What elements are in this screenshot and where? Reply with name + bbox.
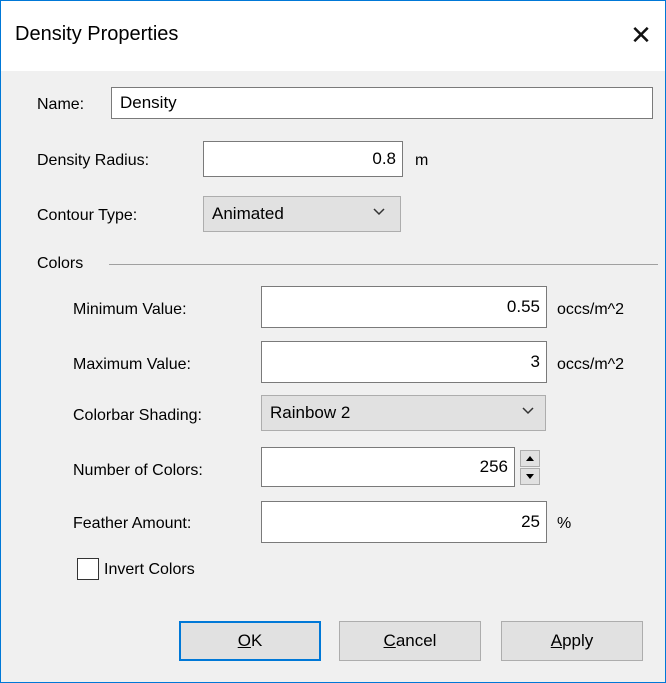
triangle-down-icon [526, 474, 534, 479]
number-of-colors-label: Number of Colors: [73, 462, 203, 479]
contour-type-dropdown[interactable]: Animated [203, 196, 401, 232]
maximum-value-input[interactable]: 3 [261, 341, 547, 383]
feather-amount-label: Feather Amount: [73, 515, 192, 532]
cancel-label-rest: ancel [395, 631, 437, 650]
colors-separator [109, 264, 658, 265]
number-of-colors-input[interactable]: 256 [261, 447, 515, 487]
density-radius-unit: m [415, 152, 429, 169]
cancel-button[interactable]: Cancel [339, 621, 481, 661]
contour-type-value: Animated [212, 204, 284, 223]
name-input[interactable]: Density [111, 87, 653, 119]
name-label: Name: [37, 96, 85, 113]
invert-colors-checkbox[interactable] [77, 558, 99, 580]
feather-amount-unit: % [557, 515, 572, 532]
chevron-down-icon [522, 407, 534, 415]
colorbar-shading-value: Rainbow 2 [270, 403, 351, 422]
apply-mnemonic: A [550, 631, 563, 650]
density-properties-dialog: Density Properties ✕ Name: Density Densi… [0, 0, 666, 683]
colors-section-label: Colors [37, 255, 84, 272]
close-icon[interactable]: ✕ [621, 15, 661, 55]
spin-down-button[interactable] [520, 468, 540, 485]
contour-type-label: Contour Type: [37, 207, 138, 224]
apply-label-rest: pply [562, 631, 594, 650]
invert-colors-label: Invert Colors [104, 561, 195, 578]
triangle-up-icon [526, 456, 534, 461]
density-radius-label: Density Radius: [37, 152, 150, 169]
density-radius-input[interactable]: 0.8 [203, 141, 403, 177]
ok-mnemonic: O [237, 631, 251, 650]
window-title: Density Properties [15, 23, 179, 45]
cancel-mnemonic: C [383, 631, 396, 650]
feather-amount-input[interactable]: 25 [261, 501, 547, 543]
chevron-down-icon [373, 208, 385, 216]
spin-up-button[interactable] [520, 450, 540, 467]
colorbar-shading-label: Colorbar Shading: [73, 407, 202, 424]
apply-button[interactable]: Apply [501, 621, 643, 661]
maximum-value-unit: occs/m^2 [557, 356, 625, 373]
minimum-value-unit: occs/m^2 [557, 301, 625, 318]
title-bar: Density Properties ✕ [1, 1, 665, 71]
ok-button[interactable]: OK [179, 621, 321, 661]
maximum-value-label: Maximum Value: [73, 356, 191, 373]
colorbar-shading-dropdown[interactable]: Rainbow 2 [261, 395, 546, 431]
ok-label-rest: K [250, 631, 263, 650]
minimum-value-label: Minimum Value: [73, 301, 187, 318]
minimum-value-input[interactable]: 0.55 [261, 286, 547, 328]
